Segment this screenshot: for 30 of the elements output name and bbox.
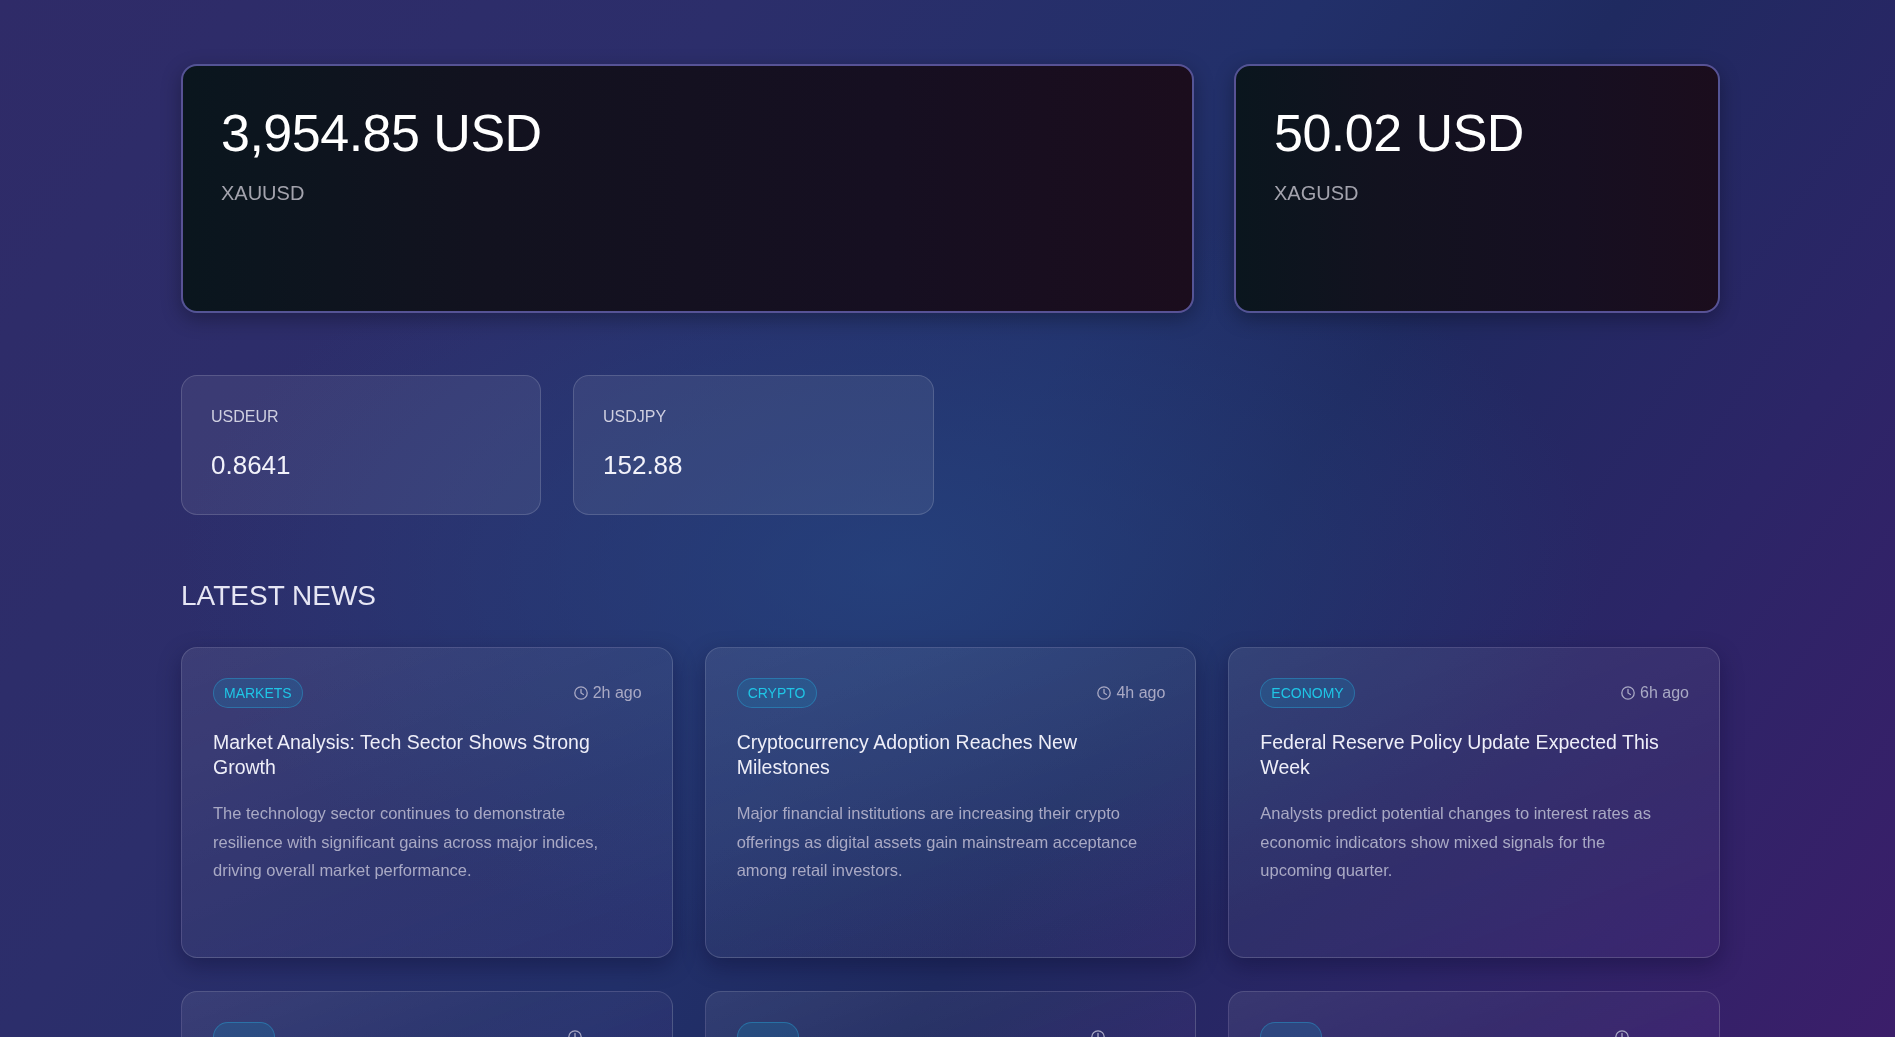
news-summary: Major financial institutions are increasing their crypto offerings as digital assets gain mainstream acceptance among retail investors. — [736, 803, 1139, 881]
news-headline: Cryptocurrency Adoption Reaches New Milestones — [736, 730, 1078, 780]
news-summary: The technology sector continues to demonstrate resilience with significant gains across major indices, driving overall market performance. — [213, 803, 600, 881]
news-headline: Federal Reserve Policy Update Expected This Week — [1260, 730, 1660, 780]
rate-value: 152.88 — [603, 449, 684, 481]
news-card[interactable]: ECONOMY 6h ago Federal Reserve Policy Update Expected This Week Analysts predict potential changes to interest rates as economic indicators show mixed signals for the upcoming quarter. — [1228, 647, 1720, 958]
time-label: 4h ago — [1116, 683, 1166, 703]
category-tag — [736, 1022, 799, 1037]
news-summary: Analysts predict potential changes to interest rates as economic indicators show mixed signals for the upcoming quarter. — [1260, 803, 1653, 881]
clock-icon — [1621, 686, 1636, 700]
section-heading: LATEST NEWS — [181, 579, 377, 613]
clock-icon — [573, 686, 588, 700]
category-tag: MARKETS — [213, 678, 303, 708]
price-value: 3,954.85 USD — [221, 103, 543, 163]
symbol-label: XAUUSD — [221, 181, 306, 205]
news-card[interactable]: CRYPTO 4h ago Cryptocurrency Adoption Reaches New Milestones Major financial institutions are increasing their crypto offerings as digital assets gain mainstream acceptance among retail investors. — [704, 647, 1197, 958]
news-card[interactable] — [181, 647, 673, 958]
category-tag: CRYPTO — [736, 678, 817, 708]
category-tag — [213, 1022, 275, 1037]
symbol-label: USDEUR — [211, 407, 280, 427]
category-tag — [1260, 1022, 1323, 1037]
time-label: 2h ago — [592, 683, 642, 703]
clock-icon — [1097, 686, 1112, 700]
time-label: 6h ago — [1640, 683, 1689, 703]
news-headline: Market Analysis: Tech Sector Shows Strong Growth — [213, 730, 591, 780]
category-tag: ECONOMY — [1260, 678, 1355, 708]
rate-value: 0.8641 — [211, 449, 292, 481]
symbol-label: USDJPY — [603, 407, 668, 427]
price-value: 50.02 USD — [1274, 103, 1525, 163]
symbol-label: XAGUSD — [1274, 181, 1360, 205]
